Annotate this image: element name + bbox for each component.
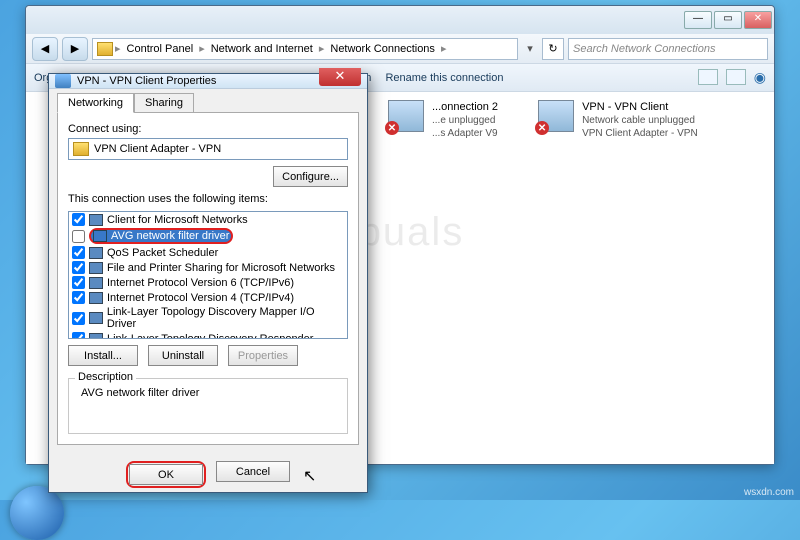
explorer-navbar: ◀ ▶ ▸ Control Panel ▸ Network and Intern…: [26, 34, 774, 64]
adapter-icon: [73, 142, 89, 156]
item-label: Link-Layer Topology Discovery Responder: [107, 333, 313, 340]
connection-name: VPN - VPN Client: [582, 100, 698, 114]
help-icon[interactable]: ◉: [754, 69, 766, 86]
explorer-titlebar: — ▭ ✕: [26, 6, 774, 34]
configure-button[interactable]: Configure...: [273, 166, 348, 187]
chevron-right-icon: ▸: [319, 42, 325, 55]
item-label: QoS Packet Scheduler: [107, 247, 218, 259]
connect-using-label: Connect using:: [68, 123, 348, 135]
dialog-titlebar: VPN - VPN Client Properties ✕: [49, 74, 367, 89]
item-label: Client for Microsoft Networks: [107, 214, 248, 226]
uninstall-button[interactable]: Uninstall: [148, 345, 218, 366]
item-checkbox[interactable]: [72, 312, 85, 325]
close-icon[interactable]: ✕: [319, 68, 361, 86]
item-label: Link-Layer Topology Discovery Mapper I/O…: [107, 306, 344, 330]
close-button[interactable]: ✕: [744, 11, 772, 29]
connection-status: Network cable unplugged: [582, 114, 698, 127]
refresh-button[interactable]: ↻: [542, 38, 564, 60]
chevron-right-icon: ▸: [115, 42, 121, 55]
list-item[interactable]: Link-Layer Topology Discovery Mapper I/O…: [69, 305, 347, 331]
list-item[interactable]: Client for Microsoft Networks: [69, 212, 347, 227]
forward-button[interactable]: ▶: [62, 37, 88, 61]
item-checkbox[interactable]: [72, 213, 85, 226]
breadcrumb-item[interactable]: Control Panel: [123, 43, 198, 55]
breadcrumb-item[interactable]: Network and Internet: [207, 43, 317, 55]
client-icon: [89, 214, 103, 226]
preview-pane-icon[interactable]: [726, 69, 746, 85]
list-item[interactable]: QoS Packet Scheduler: [69, 245, 347, 260]
network-adapter-icon: ✕: [388, 100, 424, 132]
item-label: Internet Protocol Version 4 (TCP/IPv4): [107, 292, 294, 304]
network-items-list[interactable]: Client for Microsoft Networks AVG networ…: [68, 211, 348, 339]
item-label: AVG network filter driver: [111, 230, 229, 242]
dialog-title: VPN - VPN Client Properties: [77, 75, 313, 87]
credit-text: wsxdn.com: [744, 487, 794, 498]
chevron-right-icon: ▸: [441, 42, 447, 55]
protocol-icon: [89, 333, 103, 340]
minimize-button[interactable]: —: [684, 11, 712, 29]
view-icon[interactable]: [698, 69, 718, 85]
description-text: AVG network filter driver: [77, 385, 339, 425]
item-checkbox[interactable]: [72, 246, 85, 259]
list-item[interactable]: Internet Protocol Version 6 (TCP/IPv6): [69, 275, 347, 290]
properties-dialog: VPN - VPN Client Properties ✕ Networking…: [48, 73, 368, 493]
error-x-icon: ✕: [535, 121, 549, 135]
item-checkbox[interactable]: [72, 276, 85, 289]
breadcrumb-item[interactable]: Network Connections: [326, 43, 439, 55]
description-label: Description: [75, 371, 136, 383]
adapter-name: VPN Client Adapter - VPN: [94, 143, 221, 155]
connection-status: ...e unplugged: [432, 114, 498, 127]
description-group: Description AVG network filter driver: [68, 378, 348, 434]
item-checkbox[interactable]: [72, 261, 85, 274]
list-item[interactable]: Link-Layer Topology Discovery Responder: [69, 331, 347, 339]
dialog-buttons: OK Cancel: [49, 453, 367, 496]
dialog-tabs: Networking Sharing: [57, 93, 359, 113]
chevron-right-icon: ▸: [199, 42, 205, 55]
dropdown-icon[interactable]: ▾: [522, 42, 538, 55]
item-label: Internet Protocol Version 6 (TCP/IPv6): [107, 277, 294, 289]
item-checkbox[interactable]: [72, 291, 85, 304]
network-adapter-icon: ✕: [538, 100, 574, 132]
error-x-icon: ✕: [385, 121, 399, 135]
adapter-field: VPN Client Adapter - VPN: [68, 138, 348, 160]
list-item-selected[interactable]: AVG network filter driver: [69, 227, 347, 245]
item-label: File and Printer Sharing for Microsoft N…: [107, 262, 335, 274]
item-checkbox[interactable]: [72, 230, 85, 243]
list-item[interactable]: Internet Protocol Version 4 (TCP/IPv4): [69, 290, 347, 305]
service-icon: [89, 262, 103, 274]
networking-panel: Connect using: VPN Client Adapter - VPN …: [57, 112, 359, 445]
item-checkbox[interactable]: [72, 332, 85, 339]
tab-sharing[interactable]: Sharing: [134, 93, 194, 113]
ok-button[interactable]: OK: [129, 464, 203, 485]
connection-item[interactable]: ✕ VPN - VPN Client Network cable unplugg…: [538, 100, 698, 456]
connection-adapter: ...s Adapter V9: [432, 127, 498, 140]
search-input[interactable]: Search Network Connections: [568, 38, 768, 60]
properties-button: Properties: [228, 345, 298, 366]
cancel-button[interactable]: Cancel: [216, 461, 290, 482]
back-button[interactable]: ◀: [32, 37, 58, 61]
breadcrumb[interactable]: ▸ Control Panel ▸ Network and Internet ▸…: [92, 38, 518, 60]
rename-button[interactable]: Rename this connection: [385, 72, 503, 84]
service-icon: [93, 230, 107, 242]
protocol-icon: [89, 292, 103, 304]
items-label: This connection uses the following items…: [68, 193, 348, 205]
breadcrumb-icon: [97, 42, 113, 56]
connection-name: ...onnection 2: [432, 100, 498, 114]
connection-item[interactable]: ✕ ...onnection 2 ...e unplugged ...s Ada…: [388, 100, 498, 456]
connection-adapter: VPN Client Adapter - VPN: [582, 127, 698, 140]
service-icon: [89, 247, 103, 259]
protocol-icon: [89, 312, 103, 324]
maximize-button[interactable]: ▭: [714, 11, 742, 29]
protocol-icon: [89, 277, 103, 289]
network-icon: [55, 74, 71, 88]
tab-networking[interactable]: Networking: [57, 93, 134, 113]
install-button[interactable]: Install...: [68, 345, 138, 366]
list-item[interactable]: File and Printer Sharing for Microsoft N…: [69, 260, 347, 275]
